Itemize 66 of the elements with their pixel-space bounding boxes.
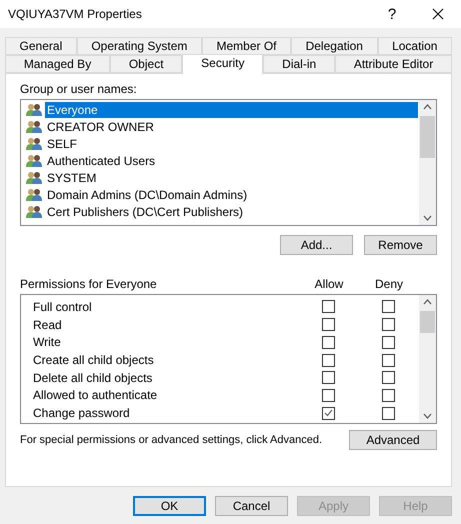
group-item[interactable]: Cert Publishers (DC\Cert Publishers) [45, 204, 246, 220]
permission-name: Read [33, 318, 63, 332]
add-button[interactable]: Add... [280, 235, 353, 255]
checkbox[interactable] [382, 318, 394, 332]
tab[interactable]: Attribute Editor [335, 55, 452, 73]
scroll-up-icon[interactable] [423, 299, 432, 305]
checkbox[interactable] [322, 318, 334, 332]
permission-name: Allowed to authenticate [33, 388, 158, 402]
scroll-thumb[interactable] [420, 311, 435, 333]
tab[interactable]: Security [182, 54, 264, 74]
group-item[interactable]: SELF [45, 136, 80, 152]
scrollbar[interactable] [419, 100, 436, 225]
permission-name: Delete all child objects [33, 370, 154, 385]
permission-name: Change password [33, 406, 131, 420]
scroll-thumb[interactable] [420, 116, 435, 158]
users-icon [26, 102, 42, 116]
group-item[interactable]: Authenticated Users [45, 152, 158, 168]
dialog-button[interactable]: Cancel [215, 496, 288, 516]
help-button[interactable]: ? [369, 0, 415, 28]
permission-name: Full control [33, 300, 93, 314]
group-item[interactable]: SYSTEM [45, 170, 98, 186]
advanced-hint: For special permissions or advanced settings, click Advanced. [20, 434, 322, 446]
users-icon [26, 204, 42, 218]
tab[interactable]: Dial-in [263, 55, 336, 73]
tab[interactable]: Managed By [5, 55, 110, 73]
tab[interactable]: General [5, 37, 77, 55]
permissions-label: Permissions for Everyone [20, 277, 158, 291]
tab[interactable]: Operating System [76, 37, 202, 55]
scroll-down-icon[interactable] [423, 215, 432, 221]
group-item[interactable]: CREATOR OWNER [45, 118, 156, 134]
users-icon [26, 120, 42, 134]
tab[interactable]: Object [110, 55, 182, 73]
permission-name: Create all child objects [33, 353, 155, 368]
checkbox[interactable] [382, 336, 394, 349]
checkbox[interactable] [322, 354, 334, 367]
close-icon[interactable] [432, 8, 444, 20]
deny-header: Deny [374, 277, 404, 291]
remove-button[interactable]: Remove [364, 235, 437, 255]
window-title: VQIUYA37VM Properties [8, 7, 143, 21]
group-item[interactable]: Domain Admins (DC\Domain Admins) [45, 186, 250, 202]
tab[interactable]: Member Of [202, 37, 292, 55]
group-item[interactable]: Everyone [45, 102, 418, 118]
advanced-button[interactable]: Advanced [349, 430, 437, 450]
checkbox[interactable] [382, 388, 394, 402]
checkbox[interactable] [382, 354, 394, 367]
users-icon [26, 136, 42, 150]
checkbox[interactable] [322, 388, 334, 402]
scroll-up-icon[interactable] [423, 104, 432, 110]
tab[interactable]: Location [378, 37, 452, 55]
checkbox[interactable] [382, 371, 394, 384]
checkbox[interactable] [322, 371, 334, 384]
checkbox[interactable] [382, 406, 394, 420]
permission-name: Write [33, 335, 62, 350]
users-icon [26, 170, 42, 184]
checkbox[interactable] [382, 300, 394, 314]
group-list-label: Group or user names: [20, 82, 138, 96]
checkbox[interactable] [322, 336, 334, 349]
users-icon [26, 154, 42, 168]
scroll-down-icon[interactable] [423, 413, 432, 419]
tab[interactable]: Delegation [291, 37, 378, 55]
dialog-button[interactable]: OK [133, 496, 206, 516]
checkbox[interactable] [322, 300, 334, 314]
users-icon [26, 188, 42, 202]
checkbox[interactable] [322, 406, 334, 420]
allow-header: Allow [314, 277, 344, 291]
scrollbar[interactable] [419, 295, 436, 423]
